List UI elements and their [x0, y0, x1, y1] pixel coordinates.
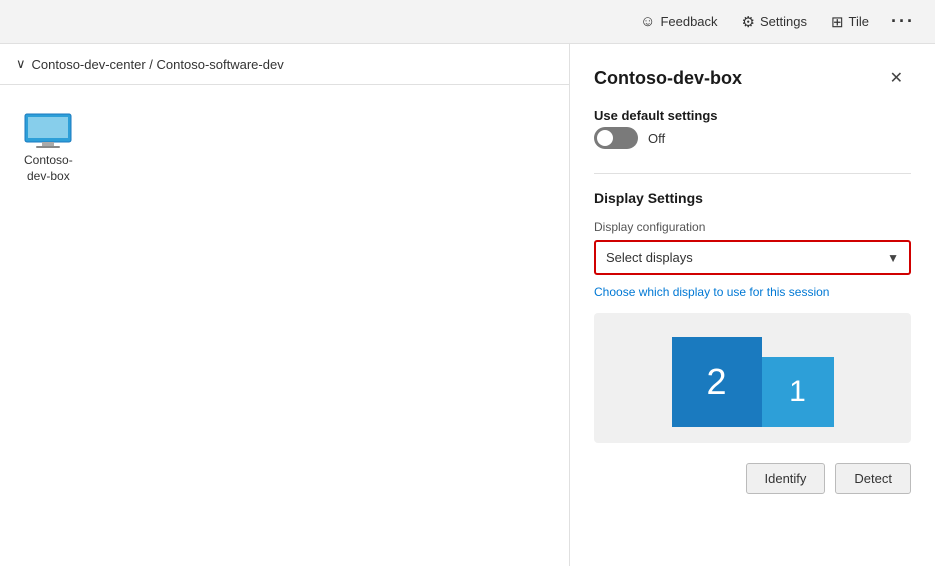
- panel-body: Use default settings Off Display Setting…: [570, 108, 935, 518]
- breadcrumb-path: Contoso-dev-center / Contoso-software-de…: [32, 57, 284, 72]
- feedback-button[interactable]: ☺ Feedback: [630, 7, 727, 36]
- toggle-row: Off: [594, 127, 911, 149]
- toggle-track: [594, 127, 638, 149]
- tile-label: Tile: [849, 14, 869, 29]
- settings-icon: ⚙: [742, 13, 755, 31]
- monitor-2-label: 2: [706, 361, 726, 403]
- breadcrumb-toggle[interactable]: ∨: [16, 56, 26, 72]
- identify-button[interactable]: Identify: [746, 463, 826, 494]
- display-settings-header: Display Settings: [594, 190, 911, 206]
- action-buttons: Identify Detect: [594, 463, 911, 494]
- use-default-toggle[interactable]: [594, 127, 638, 149]
- monitor-2-block[interactable]: 2: [672, 337, 762, 427]
- monitor-icon: [24, 113, 72, 149]
- toggle-thumb: [597, 130, 613, 146]
- feedback-icon: ☺: [640, 13, 655, 30]
- more-button[interactable]: ···: [883, 5, 923, 38]
- side-panel-title: Contoso-dev-box: [594, 68, 742, 89]
- identify-label: Identify: [765, 471, 807, 486]
- helper-text[interactable]: Choose which display to use for this ses…: [594, 285, 911, 299]
- divider: [594, 173, 911, 174]
- settings-button[interactable]: ⚙ Settings: [732, 7, 817, 37]
- use-default-row: Use default settings: [594, 108, 911, 123]
- left-panel: ∨ Contoso-dev-center / Contoso-software-…: [0, 44, 570, 566]
- tile-button[interactable]: ⊞ Tile: [821, 7, 879, 37]
- devbox-label: Contoso- dev-box: [24, 153, 73, 184]
- more-label: ···: [891, 11, 915, 32]
- content-area: Contoso- dev-box: [0, 85, 569, 566]
- select-displays-input[interactable]: Select displays Display 1 Display 2 All …: [596, 242, 909, 273]
- toggle-state-label: Off: [648, 131, 665, 146]
- devbox-item[interactable]: Contoso- dev-box: [16, 105, 81, 192]
- breadcrumb: ∨ Contoso-dev-center / Contoso-software-…: [0, 44, 569, 85]
- monitor-1-label: 1: [789, 375, 806, 409]
- close-icon: ✕: [890, 70, 903, 87]
- use-default-label: Use default settings: [594, 108, 718, 123]
- detect-label: Detect: [854, 471, 892, 486]
- side-panel-header: Contoso-dev-box ✕: [570, 44, 935, 108]
- settings-label: Settings: [760, 14, 807, 29]
- main-area: ∨ Contoso-dev-center / Contoso-software-…: [0, 44, 935, 566]
- feedback-label: Feedback: [660, 14, 717, 29]
- select-displays-wrapper: Select displays Display 1 Display 2 All …: [594, 240, 911, 275]
- close-button[interactable]: ✕: [882, 64, 911, 92]
- tile-icon: ⊞: [831, 13, 844, 31]
- monitor-1-block[interactable]: 1: [762, 357, 834, 427]
- display-config-label: Display configuration: [594, 220, 911, 234]
- detect-button[interactable]: Detect: [835, 463, 911, 494]
- topbar: ☺ Feedback ⚙ Settings ⊞ Tile ···: [0, 0, 935, 44]
- display-preview: 2 1: [594, 313, 911, 443]
- right-panel: Contoso-dev-box ✕ Use default settings O…: [570, 44, 935, 566]
